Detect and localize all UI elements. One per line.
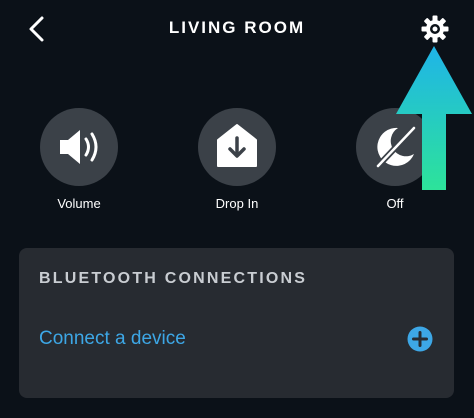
bluetooth-card: BLUETOOTH CONNECTIONS Connect a device — [19, 248, 454, 398]
page-title: LIVING ROOM — [168, 18, 306, 37]
drop-in-button[interactable] — [198, 108, 276, 186]
speaker-icon — [60, 130, 98, 164]
quick-actions: Volume Drop In Off — [0, 108, 474, 218]
add-device-button[interactable] — [407, 326, 433, 352]
drop-in-label: Drop In — [215, 196, 259, 211]
drop-in-icon — [217, 124, 257, 167]
do-not-disturb-button[interactable] — [356, 108, 434, 186]
volume-button[interactable] — [40, 108, 118, 186]
do-not-disturb-label: Off — [386, 196, 404, 211]
volume-action[interactable]: Volume — [19, 108, 139, 211]
do-not-disturb-action[interactable]: Off — [335, 108, 455, 211]
drop-in-action[interactable]: Drop In — [177, 108, 297, 211]
volume-label: Volume — [57, 196, 101, 211]
settings-button[interactable] — [420, 14, 450, 44]
plus-circle-icon — [407, 326, 433, 352]
header: LIVING ROOM — [0, 0, 474, 60]
do-not-disturb-off-icon — [375, 125, 417, 169]
bluetooth-heading: BLUETOOTH CONNECTIONS — [39, 270, 308, 287]
gear-icon — [421, 15, 449, 43]
device-settings-screen: LIVING ROOM Volume Drop In Off BLUETOOTH… — [0, 0, 474, 418]
connect-device-link[interactable]: Connect a device — [39, 328, 186, 350]
